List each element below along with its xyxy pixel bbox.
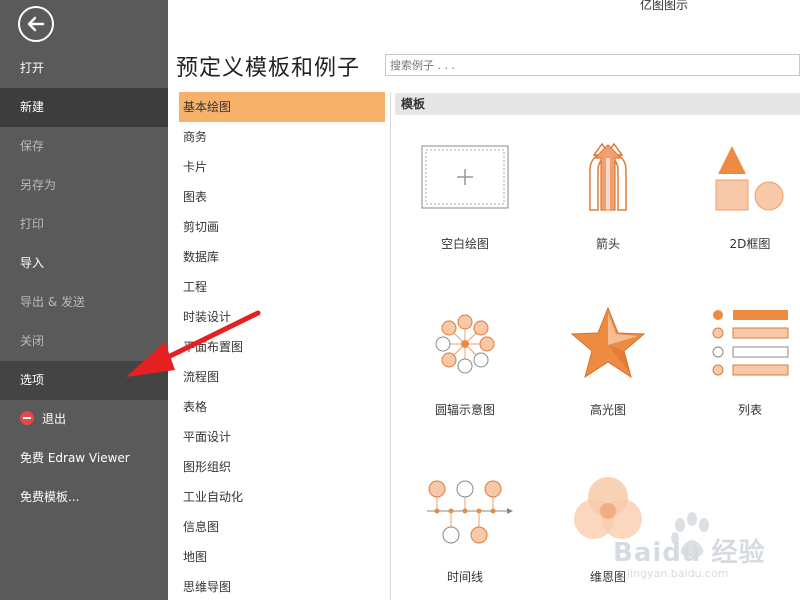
backstage-sidebar: 打开 新建 保存 另存为 打印 导入 导出 & 发送 关闭 选项 退出 免费 E… — [0, 0, 168, 600]
category-item[interactable]: 图形组织 — [179, 452, 385, 482]
radial-diagram-icon — [435, 314, 495, 374]
template-label: 列表 — [737, 403, 762, 417]
category-item[interactable]: 地图 — [179, 542, 385, 572]
menu-open[interactable]: 打开 — [0, 49, 168, 88]
template-venn[interactable]: 维恩图 — [538, 475, 678, 585]
template-label: 维恩图 — [589, 570, 626, 584]
menu-exit-label: 退出 — [42, 412, 67, 426]
category-item[interactable]: 流程图 — [179, 362, 385, 392]
menu-export-send[interactable]: 导出 & 发送 — [0, 283, 168, 322]
menu-new[interactable]: 新建 — [0, 88, 168, 127]
back-arrow-icon[interactable] — [18, 6, 54, 42]
menu-save[interactable]: 保存 — [0, 127, 168, 166]
divider — [390, 92, 391, 600]
category-item[interactable]: 工程 — [179, 272, 385, 302]
menu-options[interactable]: 选项 — [0, 361, 168, 400]
category-item[interactable]: 卡片 — [179, 152, 385, 182]
app-title: 亿图图示 — [640, 0, 689, 12]
category-item[interactable]: 思维导图 — [179, 572, 385, 600]
category-item[interactable]: 基本绘图 — [179, 92, 385, 122]
exit-icon — [20, 411, 34, 425]
menu-free-templates[interactable]: 免费模板... — [0, 478, 168, 517]
category-item[interactable]: 表格 — [179, 392, 385, 422]
template-radial-diagram[interactable]: 圆辐示意图 — [395, 305, 535, 420]
menu-save-as[interactable]: 另存为 — [0, 166, 168, 205]
arrows-icon — [589, 142, 627, 211]
menu-import[interactable]: 导入 — [0, 244, 168, 283]
template-2d-block[interactable]: 2D框图 — [680, 140, 800, 255]
category-item[interactable]: 商务 — [179, 122, 385, 152]
highlight-star-icon — [570, 306, 646, 379]
template-timeline[interactable]: 时间线 — [395, 475, 535, 585]
template-label: 高光图 — [589, 403, 626, 417]
venn-icon — [574, 477, 642, 539]
category-list: 基本绘图 商务 卡片 图表 剪切画 数据库 工程 时装设计 平面布置图 流程图 … — [176, 92, 388, 600]
menu-close[interactable]: 关闭 — [0, 322, 168, 361]
menu-exit[interactable]: 退出 — [0, 400, 168, 439]
template-label: 2D框图 — [729, 237, 771, 251]
timeline-icon — [427, 480, 513, 544]
template-label: 时间线 — [446, 570, 483, 584]
templates-header: 模板 — [395, 93, 800, 115]
2d-block-icon — [715, 146, 784, 211]
category-item[interactable]: 剪切画 — [179, 212, 385, 242]
page-title: 预定义模板和例子 — [176, 56, 361, 81]
template-blank-drawing[interactable]: 空白绘图 — [395, 140, 535, 255]
template-arrows[interactable]: 箭头 — [538, 140, 678, 255]
category-item[interactable]: 数据库 — [179, 242, 385, 272]
category-item[interactable]: 时装设计 — [179, 302, 385, 332]
list-icon — [712, 310, 789, 376]
menu-free-viewer[interactable]: 免费 Edraw Viewer — [0, 439, 168, 478]
template-highlight[interactable]: 高光图 — [538, 305, 678, 420]
category-item[interactable]: 信息图 — [179, 512, 385, 542]
template-list[interactable]: 列表 — [680, 305, 800, 420]
category-item[interactable]: 图表 — [179, 182, 385, 212]
template-label: 空白绘图 — [440, 237, 489, 251]
search-input[interactable] — [385, 54, 800, 76]
category-item[interactable]: 工业自动化 — [179, 482, 385, 512]
template-label: 圆辐示意图 — [434, 403, 495, 417]
category-item[interactable]: 平面布置图 — [179, 332, 385, 362]
blank-drawing-icon — [421, 145, 509, 209]
menu-print[interactable]: 打印 — [0, 205, 168, 244]
template-label: 箭头 — [595, 237, 620, 251]
category-item[interactable]: 平面设计 — [179, 422, 385, 452]
